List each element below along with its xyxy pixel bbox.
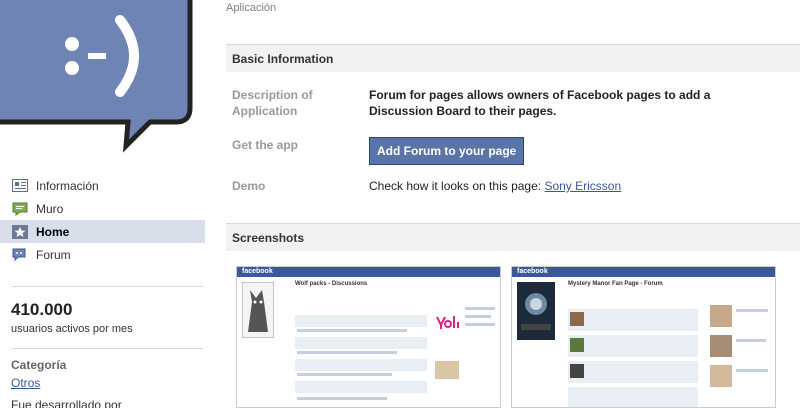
nav-item-home[interactable]: Home [0,220,205,243]
divider [11,286,203,287]
nav-item-label: Información [36,178,99,193]
thumb-block [568,387,698,407]
thumb-line [297,329,407,332]
nav-item-informacion[interactable]: Información [0,174,205,197]
basic-info-header: Basic Information [226,44,800,72]
thumb-ad-image [710,365,732,387]
thumb-line [297,373,392,376]
thumb-line [736,369,768,372]
category-heading: Categoría [11,358,67,372]
nav-item-label: Forum [36,247,71,262]
thumb-header-bar: facebook [237,267,500,277]
demo-label: Demo [232,179,266,193]
thumb-line [736,339,766,342]
thumb-block [295,359,427,371]
demo-text: Check how it looks on this page: [369,179,542,193]
thumb-line [297,351,397,354]
thumb-block [568,361,698,383]
thumb-header-bar: facebook [512,267,775,277]
thumb-block [295,337,427,349]
description-value: Forum for pages allows owners of Faceboo… [369,88,711,118]
manor-poster-image-icon [517,282,555,340]
thumb-line [297,397,387,400]
info-icon [12,179,28,193]
add-forum-button[interactable]: Add Forum to your page [369,137,525,165]
wolf-image-icon [242,282,274,338]
description-row: Description of Application Forum for pag… [232,87,749,119]
thumb-avatar [570,338,584,352]
left-nav: Información Muro Home Forum [0,174,205,266]
monthly-users: 410.000 usuarios activos por mes [11,300,133,335]
app-type-label: Aplicación [226,2,277,14]
forum-icon [12,248,28,262]
thumb-brand: facebook [242,268,273,275]
screenshot-thumbnail-1[interactable]: facebook Wolf packs - Discussions [236,266,501,408]
thumb-title: Mystery Manor Fan Page - Forum [568,281,663,287]
thumb-ad-image [710,305,732,327]
thumb-line [736,309,768,312]
thumb-brand: facebook [517,268,548,275]
get-app-row: Get the app Add Forum to your page [232,137,525,165]
thumb-block [568,309,698,331]
monthly-users-label: usuarios activos por mes [11,323,133,335]
monthly-users-count: 410.000 [11,300,73,319]
thumb-avatar [570,312,584,326]
thumb-ad-image [435,361,459,379]
get-app-label: Get the app [232,138,299,152]
star-icon [12,224,28,239]
thumb-title: Wolf packs - Discussions [295,281,368,287]
screenshots-header: Screenshots [226,223,800,251]
thumb-block [295,315,427,327]
thumb-body: Wolf packs - Discussions [237,279,500,407]
thumb-ad-image [710,335,732,357]
description-label: Description of Application [232,88,313,118]
thumb-avatar [570,364,584,378]
demo-link[interactable]: Sony Ericsson [544,179,621,193]
nav-item-forum[interactable]: Forum [0,243,205,266]
thumb-line [465,323,495,326]
demo-row: Demo Check how it looks on this page: So… [232,178,621,194]
yola-ad-logo-icon [435,313,461,331]
left-column: Información Muro Home Forum 410.000 usua… [0,0,205,408]
category-link[interactable]: Otros [11,376,40,390]
nav-item-muro[interactable]: Muro [0,197,205,220]
nav-item-label: Muro [36,201,64,216]
thumb-line [465,315,491,318]
section-title: Screenshots [232,231,305,245]
screenshot-thumbnail-2[interactable]: facebook Mystery Manor Fan Page - Forum [511,266,776,408]
section-title: Basic Information [232,52,334,66]
developer-text: Fue desarrollado por [11,398,122,408]
wall-icon [12,202,28,216]
thumb-block [295,381,427,393]
thumb-block [568,335,698,357]
app-logo-smiley-bubble-icon [0,0,193,153]
thumb-body: Mystery Manor Fan Page - Forum [512,279,775,407]
thumb-line [465,307,495,310]
nav-item-label: Home [36,224,70,239]
divider [11,348,203,349]
